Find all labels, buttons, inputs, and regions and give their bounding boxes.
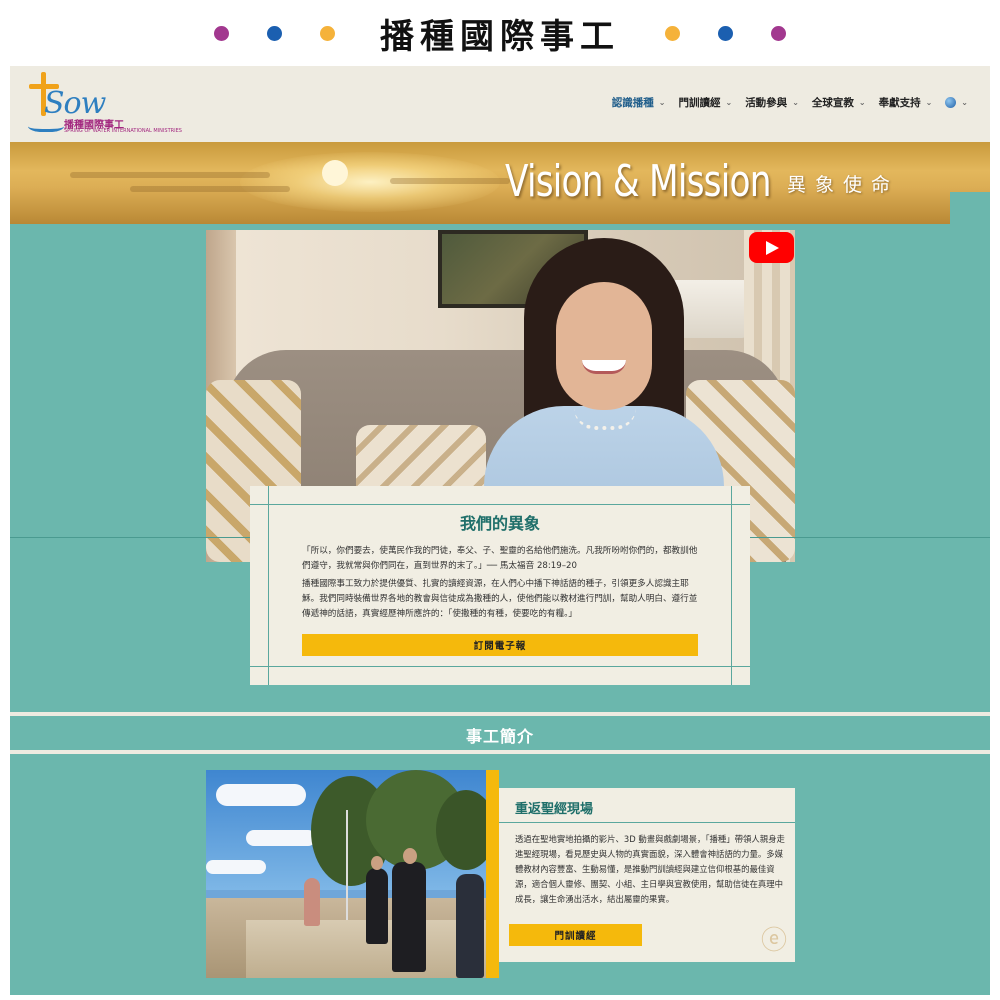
crew-head — [403, 848, 417, 864]
accent-bar — [486, 770, 499, 978]
vision-title: 我們的異象 — [459, 514, 540, 533]
crew-member — [392, 862, 426, 972]
vision-description: 播種國際事工致力於提供優質、扎實的讀經資源，在人們心中播下神話語的種子，引領更多… — [302, 579, 698, 619]
dot-purple — [771, 25, 786, 41]
section-title: 事工簡介 — [465, 727, 534, 746]
chevron-down-icon: ⌄ — [858, 98, 866, 107]
chevron-down-icon: ⌄ — [658, 98, 666, 107]
photo-cloud — [246, 830, 316, 846]
nav-item-events[interactable]: 活動參與 ⌄ — [745, 95, 799, 110]
nav-item-discipleship[interactable]: 門訓讀經 ⌄ — [678, 95, 732, 110]
chevron-down-icon: ⌄ — [961, 98, 968, 107]
title-bar: 播種國際事工 — [0, 0, 1000, 66]
crew-member — [456, 874, 484, 978]
dot-purple — [214, 25, 229, 41]
page-title: 播種國際事工 — [380, 16, 620, 57]
vision-card: 我們的異象 「所以，你們要去，使萬民作我的門徒，奉父、子、聖靈的名給他們施洗。凡… — [250, 486, 750, 685]
ministry-card: 重返聖經現場 透過在聖地實地拍攝的影片、3D 動畫與戲劇場景，「播種」帶領人親身… — [499, 788, 795, 962]
dot-blue — [718, 25, 733, 41]
hero-corner — [950, 192, 990, 224]
dot-orange — [320, 25, 335, 41]
cloud-streak — [130, 186, 290, 192]
hero-subtitle: 異象使命 — [787, 174, 900, 196]
light-stand — [346, 810, 348, 920]
section-header: 事工簡介 — [10, 712, 990, 754]
card-frame-line — [250, 504, 750, 505]
hero-title: Vision & Mission — [505, 156, 772, 207]
photo-cloud — [216, 784, 306, 806]
ministry-description: 透過在聖地實地拍攝的影片、3D 動畫與戲劇場景，「播種」帶領人親身走進聖經現場，… — [515, 834, 785, 904]
photo-cloud — [206, 860, 266, 874]
sun-graphic — [322, 160, 348, 186]
nav-item-label: 活動參與 — [745, 97, 788, 109]
crew-member — [304, 878, 320, 926]
page-root: 播種國際事工 Sow 播種國際事工 SPRING OF WATER INTERN… — [0, 0, 1000, 1000]
speaker-face — [556, 282, 652, 410]
wave-icon — [28, 118, 64, 132]
dot-blue — [267, 25, 282, 41]
card-frame-line — [250, 666, 750, 667]
youtube-play-button[interactable] — [749, 232, 794, 263]
play-icon — [766, 241, 779, 255]
ministry-photo — [206, 770, 486, 978]
nav-item-label: 門訓讀經 — [678, 97, 721, 109]
crew-member — [366, 868, 388, 944]
vision-quote: 「所以，你們要去，使萬民作我的門徒，奉父、子、聖靈的名給他們施洗。凡我所吩咐你們… — [302, 546, 698, 571]
main-nav: 認識播種 ⌄ 門訓讀經 ⌄ 活動參與 ⌄ 全球宣教 ⌄ 奉獻支持 ⌄ ⌄ — [599, 95, 968, 110]
nav-item-missions[interactable]: 全球宣教 ⌄ — [812, 95, 866, 110]
site-logo[interactable]: Sow 播種國際事工 SPRING OF WATER INTERNATIONAL… — [24, 70, 182, 138]
discipleship-button[interactable]: 門訓讀經 — [509, 924, 642, 946]
subscribe-newsletter-button[interactable]: 訂閱電子報 — [302, 634, 698, 656]
logo-english-name: SPRING OF WATER INTERNATIONAL MINISTRIES — [64, 128, 182, 134]
chevron-down-icon: ⌄ — [925, 98, 933, 107]
nav-item-label: 認識播種 — [611, 97, 654, 109]
hero-banner: Vision & Mission 異象使命 — [10, 142, 990, 224]
chevron-down-icon: ⌄ — [725, 98, 733, 107]
language-switcher[interactable]: ⌄ — [945, 97, 968, 108]
globe-icon — [945, 97, 957, 108]
crew-head — [371, 856, 383, 870]
nav-item-label: 奉獻支持 — [878, 97, 921, 109]
nav-item-label: 全球宣教 — [811, 97, 854, 109]
card-divider — [499, 822, 795, 823]
sow-mark-icon: ⓔ — [761, 926, 788, 956]
cloud-streak — [70, 172, 270, 178]
site-header: Sow 播種國際事工 SPRING OF WATER INTERNATIONAL… — [10, 66, 990, 142]
cloud-streak — [390, 178, 510, 184]
dot-orange — [665, 25, 680, 41]
nav-item-donate[interactable]: 奉獻支持 ⌄ — [879, 95, 933, 110]
ministry-title: 重返聖經現場 — [515, 802, 594, 817]
website-frame: Sow 播種國際事工 SPRING OF WATER INTERNATIONAL… — [10, 66, 990, 995]
nav-item-about[interactable]: 認識播種 ⌄ — [612, 95, 666, 110]
chevron-down-icon: ⌄ — [792, 98, 799, 107]
